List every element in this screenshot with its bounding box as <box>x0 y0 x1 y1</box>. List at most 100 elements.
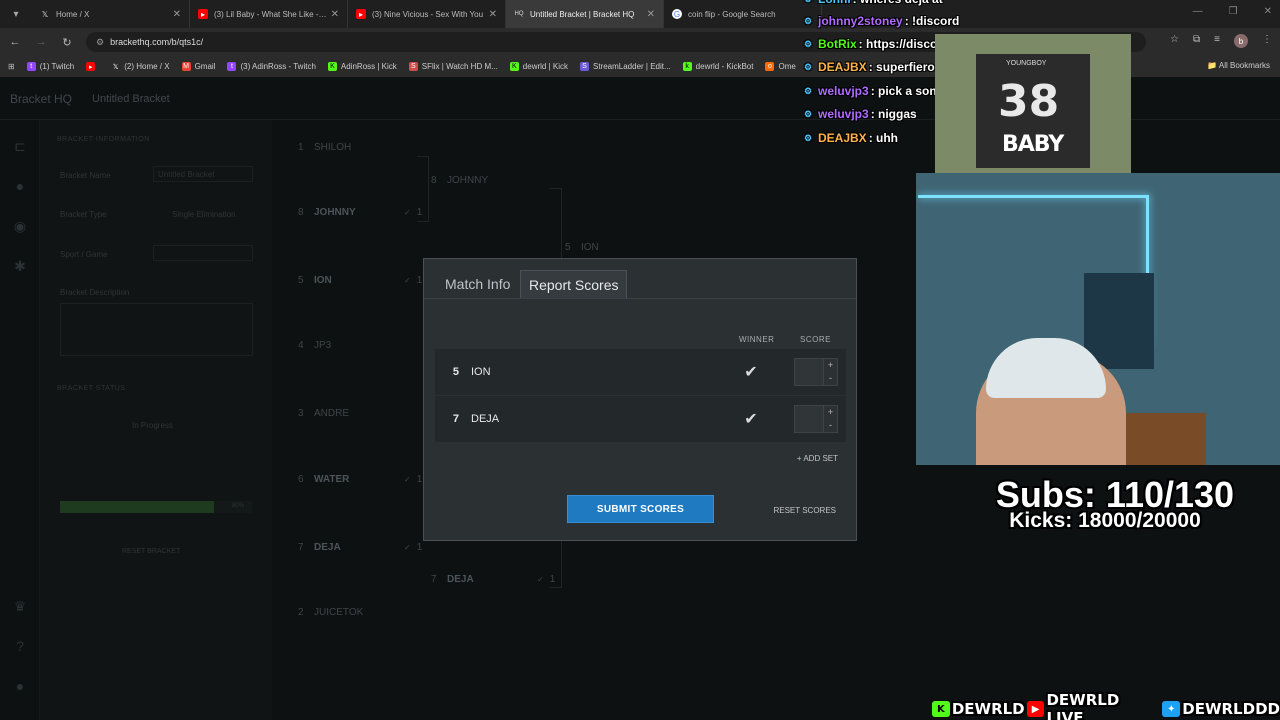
album-artist: YOUNGBOY <box>1006 60 1047 67</box>
site-info-icon[interactable]: ⚙ <box>96 37 104 48</box>
bookmark-item[interactable]: K AdinRoss | Kick <box>327 62 397 71</box>
bracket-icon[interactable]: ⊏ <box>11 138 29 156</box>
bracket-slot[interactable]: 6 WATER ✓ 1 <box>298 474 422 485</box>
check-icon: ✓ <box>404 276 411 285</box>
bracket-slot[interactable]: 7 DEJA ✓ 1 <box>431 574 555 585</box>
account-icon[interactable]: ● <box>11 678 29 696</box>
social-handle: DEWRLDDD <box>1182 700 1280 718</box>
bookmark-item[interactable]: k dewrld - KickBot <box>682 62 753 71</box>
maximize-icon[interactable]: ❐ <box>1229 6 1238 17</box>
omegle-icon: o <box>765 62 775 71</box>
tab-search-icon[interactable]: ▾ <box>4 4 28 24</box>
social-handles: K DEWRLD ▶ DEWRLD LIVE ✦ DEWRLDDD <box>930 691 1280 720</box>
submit-scores-button[interactable]: SUBMIT SCORES <box>567 495 714 523</box>
score-input[interactable] <box>794 358 824 386</box>
close-tab-icon[interactable]: ✕ <box>173 9 181 20</box>
progress-bar: 80% <box>60 501 252 513</box>
apps-icon[interactable]: ⊞ <box>8 62 15 71</box>
bracket-slot[interactable]: 3 ANDRE <box>298 408 404 419</box>
youtube-icon: ▸ <box>86 62 96 71</box>
minimize-icon[interactable]: — <box>1193 6 1203 17</box>
description-textarea[interactable] <box>60 303 253 356</box>
extensions-icon[interactable]: ⧉ <box>1193 34 1200 48</box>
browser-tab-active[interactable]: HQ Untitled Bracket | Bracket HQ ✕ <box>506 0 664 28</box>
decrement-icon[interactable]: - <box>824 372 837 385</box>
tab-match-info[interactable]: Match Info <box>437 270 518 298</box>
reset-scores-button[interactable]: RESET SCORES <box>773 506 836 515</box>
bookmark-item[interactable]: 𝕏 (2) Home / X <box>111 62 170 71</box>
chat-username: DEAJBX <box>818 131 867 145</box>
bookmark-item[interactable]: Kdewrld | Kick <box>509 62 568 71</box>
reload-icon[interactable]: ↻ <box>56 36 78 49</box>
gear-icon[interactable]: ✱ <box>11 258 29 276</box>
bracket-slot[interactable]: 5 ION <box>565 242 671 253</box>
all-bookmarks[interactable]: 📁 All Bookmarks <box>1207 61 1270 70</box>
name-label: Bracket Name <box>60 171 111 180</box>
score-input[interactable] <box>794 405 824 433</box>
bracket-slot[interactable]: 5 ION ✓ 1 <box>298 275 422 286</box>
bookmark-item[interactable]: S StreamLadder | Edit... <box>580 62 671 71</box>
score-stepper[interactable]: + - <box>824 405 838 433</box>
bookmark-item[interactable]: t (1) Twitch <box>26 62 74 71</box>
bracket-slot[interactable]: 2 JUICETOK <box>298 607 404 618</box>
browser-tab[interactable]: ▸ (3) Lil Baby - What She Like - Yo ✕ <box>190 0 348 28</box>
increment-icon[interactable]: + <box>824 406 837 419</box>
bracket-slot[interactable]: 4 JP3 <box>298 340 404 351</box>
bracket-slot[interactable]: 8 JOHNNY ✓ 1 <box>298 207 422 218</box>
browser-tab[interactable]: G coin flip - Google Search <box>664 0 822 28</box>
chat-username: Lonni <box>818 0 851 6</box>
window-controls: — ❐ ✕ <box>1193 6 1272 17</box>
browser-tab[interactable]: ▸ (3) Nine Vicious - Sex With You ✕ <box>348 0 506 28</box>
status-value: In Progress <box>132 421 173 430</box>
reset-bracket-button[interactable]: RESET BRACKET <box>122 548 180 555</box>
winner-check-icon[interactable]: ✔ <box>740 362 762 382</box>
kicks-goal: Kicks: 18000/20000 <box>1009 509 1201 532</box>
palette-icon[interactable]: ◉ <box>11 218 29 236</box>
decrement-icon[interactable]: - <box>824 419 837 432</box>
chat-badge-icon: ⚙ <box>802 0 814 5</box>
bracket-type-select[interactable]: Single Elimination <box>172 210 236 219</box>
check-icon: ✓ <box>404 208 411 217</box>
bookmark-star-icon[interactable]: ☆ <box>1170 34 1179 48</box>
screen: ▾ 𝕏 Home / X ✕ ▸ (3) Lil Baby - What She… <box>0 0 1280 720</box>
bookmark-item[interactable]: M Gmail <box>181 62 215 71</box>
tab-title: Home / X <box>56 9 90 19</box>
close-tab-icon[interactable]: ✕ <box>489 9 497 20</box>
bookmark-item[interactable]: S SFlix | Watch HD M... <box>408 62 498 71</box>
bracket-slot[interactable]: 7 DEJA ✓ 1 <box>298 542 422 553</box>
chat-message: ⚙ Lonni: wheres deja at <box>802 0 943 6</box>
app-logo[interactable]: Bracket HQ <box>10 92 72 106</box>
team-seed: 5 <box>452 366 459 378</box>
winner-check-icon[interactable]: ✔ <box>740 409 762 429</box>
menu-icon[interactable]: ⋮ <box>1262 34 1272 48</box>
crown-icon[interactable]: ♛ <box>11 598 29 616</box>
score-column-header: SCORE <box>800 335 831 344</box>
add-set-button[interactable]: + ADD SET <box>797 454 838 463</box>
chat-text: : !discord <box>904 14 960 28</box>
participants-icon[interactable]: ● <box>11 178 29 196</box>
bracket-slot[interactable]: 1 SHILOH <box>298 142 404 153</box>
help-icon[interactable]: ? <box>11 638 29 656</box>
led-strip <box>918 195 1148 198</box>
increment-icon[interactable]: + <box>824 359 837 372</box>
bookmark-item[interactable]: t (3) AdinRoss - Twitch <box>227 62 316 71</box>
score-stepper[interactable]: + - <box>824 358 838 386</box>
album-number: 38 <box>998 76 1060 127</box>
close-tab-icon[interactable]: ✕ <box>331 9 339 20</box>
sport-input[interactable] <box>153 245 253 261</box>
media-icon[interactable]: ≡ <box>1214 34 1220 48</box>
bracket-name-input[interactable]: Untitled Bracket <box>153 166 253 182</box>
forward-icon[interactable]: → <box>30 36 52 48</box>
chat-text: : pick a song <box>870 84 945 98</box>
back-icon[interactable]: ← <box>4 36 26 48</box>
tab-report-scores[interactable]: Report Scores <box>520 270 628 298</box>
close-window-icon[interactable]: ✕ <box>1264 6 1272 17</box>
close-tab-icon[interactable]: ✕ <box>647 9 655 20</box>
browser-tab[interactable]: 𝕏 Home / X ✕ <box>32 0 190 28</box>
bookmark-item[interactable]: o Ome <box>765 62 796 71</box>
chat-message: ⚙ weluvjp3: pick a song <box>802 84 944 98</box>
profile-avatar[interactable]: b <box>1234 34 1248 48</box>
youtube-icon: ▶ <box>1026 701 1045 717</box>
bookmark-item[interactable]: ▸ <box>86 62 99 71</box>
bracket-slot[interactable]: 8 JOHNNY <box>431 175 537 186</box>
